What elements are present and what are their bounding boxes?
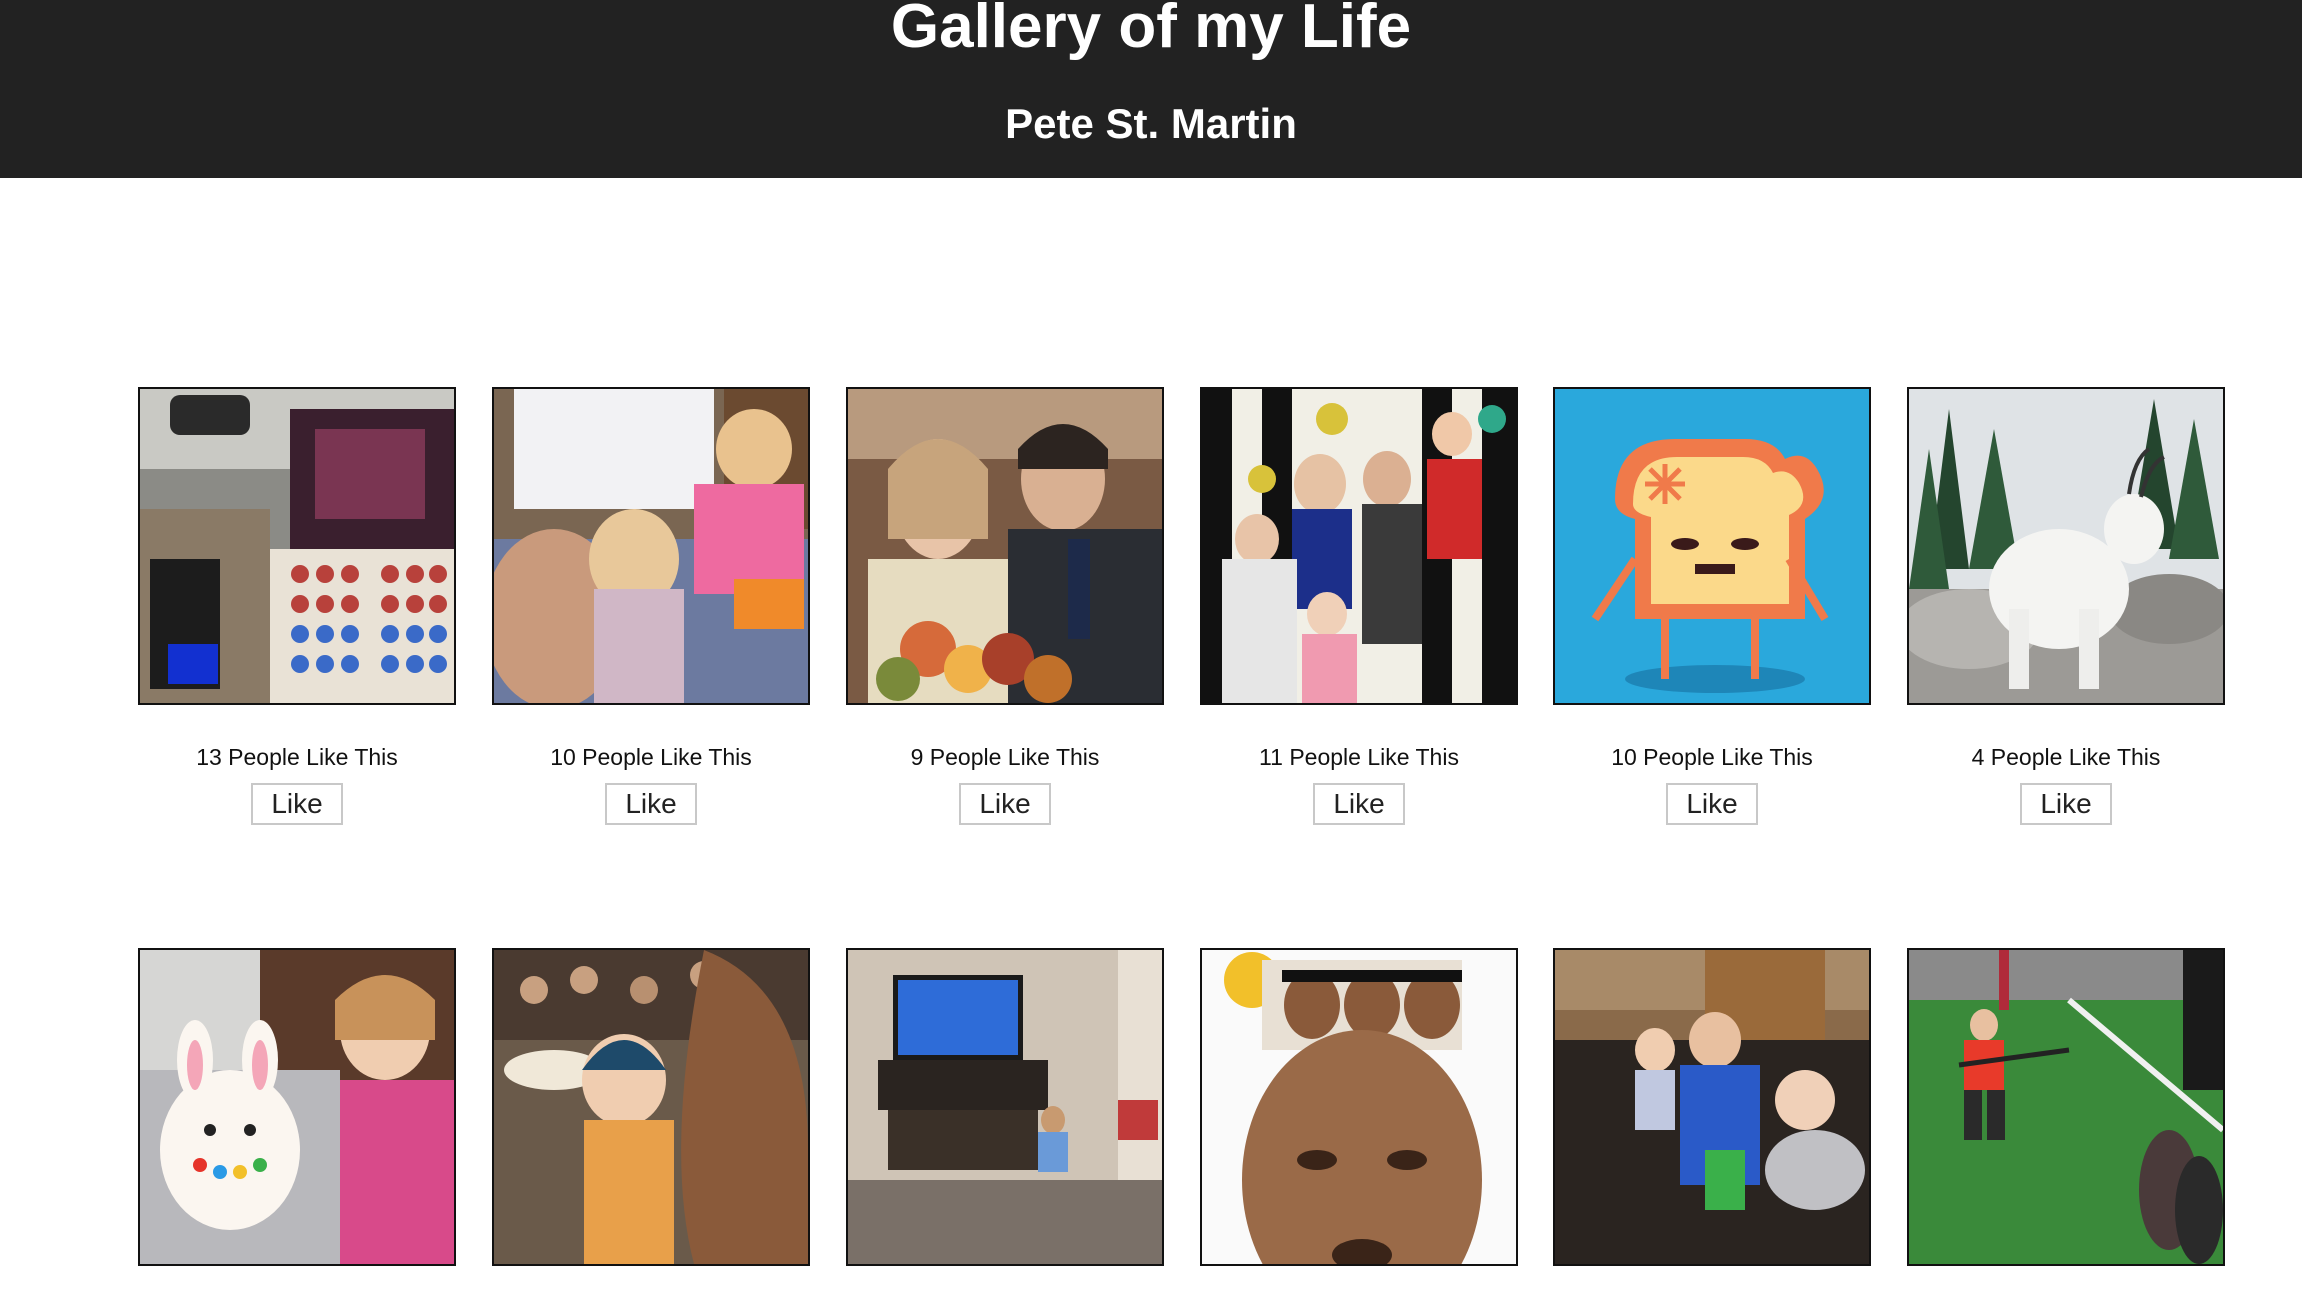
gallery-item: [1182, 948, 1536, 1304]
like-button[interactable]: Like: [2020, 783, 2112, 825]
gallery-photo-lacrosse[interactable]: [1907, 948, 2225, 1266]
gallery-photo-bunny-cake[interactable]: [138, 948, 456, 1266]
site-header: Gallery of my Life Pete St. Martin: [0, 0, 2302, 178]
gallery-item: 4 People Like This Like: [1889, 387, 2243, 825]
like-button[interactable]: Like: [1313, 783, 1405, 825]
gallery-photo-tv-room[interactable]: [846, 948, 1164, 1266]
author-name: Pete St. Martin: [1005, 100, 1297, 147]
like-button[interactable]: Like: [605, 783, 697, 825]
gallery-photo-couple[interactable]: [846, 387, 1164, 705]
gallery-item: [1535, 948, 1889, 1304]
like-count: 10 People Like This: [550, 744, 752, 770]
gallery-photo-kids-couch[interactable]: [1553, 948, 1871, 1266]
gallery-item: [828, 948, 1182, 1304]
like-button[interactable]: Like: [959, 783, 1051, 825]
like-count: 4 People Like This: [1971, 744, 2161, 770]
gallery-photo-mountain-goat[interactable]: [1907, 387, 2225, 705]
gallery-item: 11 People Like This Like: [1182, 387, 1536, 825]
like-count: 9 People Like This: [910, 744, 1100, 770]
like-count: 11 People Like This: [1259, 744, 1459, 770]
gallery-photo-face-meme[interactable]: [1200, 948, 1518, 1266]
like-button[interactable]: Like: [1666, 783, 1758, 825]
gallery-item: 10 People Like This Like: [474, 387, 828, 825]
gallery-photo-party-kid[interactable]: [492, 948, 810, 1266]
like-count: 10 People Like This: [1611, 744, 1813, 770]
gallery-item: [1889, 948, 2243, 1304]
gallery-photo-toast-character[interactable]: [1553, 387, 1871, 705]
like-button[interactable]: Like: [251, 783, 343, 825]
gallery-item: [120, 948, 474, 1304]
gallery-item: 10 People Like This Like: [1535, 387, 1889, 825]
gallery-item: 9 People Like This Like: [828, 387, 1182, 825]
page-title: Gallery of my Life: [890, 0, 1412, 61]
gallery-photo-family[interactable]: [1200, 387, 1518, 705]
gallery-item: 13 People Like This Like: [120, 387, 474, 825]
like-count: 13 People Like This: [196, 744, 398, 770]
gallery-item: [474, 948, 828, 1304]
gallery-photo-keurig-cart[interactable]: [138, 387, 456, 705]
gallery-photo-selfie-kids[interactable]: [492, 387, 810, 705]
